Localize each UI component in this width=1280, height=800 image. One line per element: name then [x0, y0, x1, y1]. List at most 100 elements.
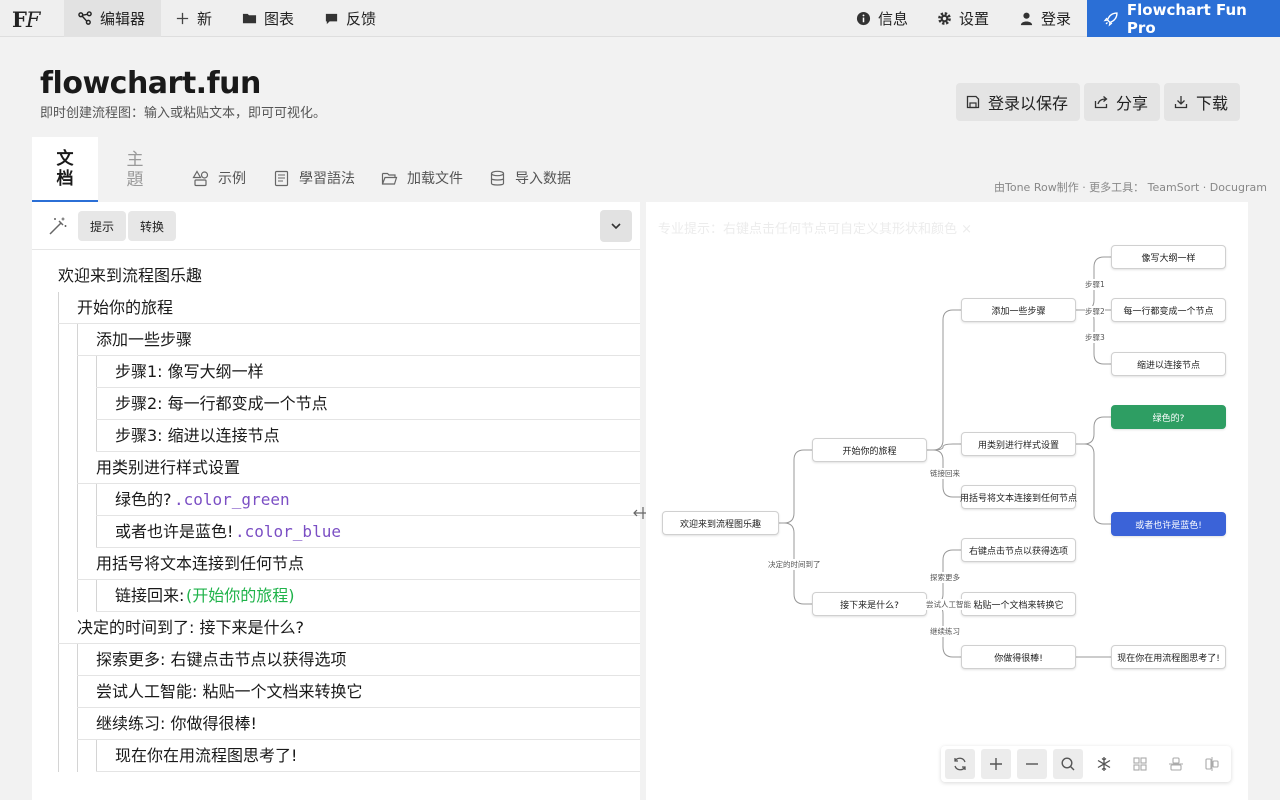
download-button[interactable]: 下载	[1164, 83, 1241, 121]
collapse-button[interactable]	[600, 210, 632, 242]
indent-guide	[96, 740, 97, 772]
nav-info[interactable]: 信息	[856, 0, 908, 37]
tab-learn-syntax[interactable]: 學習語法	[273, 166, 355, 190]
node-blue[interactable]: 或者也许是蓝色!	[1111, 512, 1226, 536]
editor-line-text: 用类别进行样式设置	[96, 458, 241, 477]
magic-wand-icon[interactable]	[48, 216, 68, 236]
editor-line[interactable]: 添加一些步骤	[32, 324, 640, 356]
editor-line[interactable]: 继续练习: 你做得很棒!	[32, 708, 640, 740]
nav-settings[interactable]: 设置	[937, 0, 989, 37]
indent-guide	[58, 580, 59, 612]
edge-label-step3: 步骤3	[1085, 332, 1105, 343]
editor-line-text: 现在你在用流程图思考了!	[115, 746, 298, 765]
node-paste[interactable]: 粘贴一个文档来转换它	[961, 592, 1076, 616]
zoom-out-button[interactable]	[1017, 749, 1047, 779]
node-indent[interactable]: 缩进以连接节点	[1111, 352, 1226, 376]
editor-line[interactable]: 欢迎来到流程图乐趣	[32, 260, 640, 292]
editor-line[interactable]: 或者也许是蓝色! .color_blue	[32, 516, 640, 548]
text-editor[interactable]: 提示 转换 欢迎来到流程图乐趣 开始你的旅程 添加一些步骤 步骤1: 像写大纲一样 步骤…	[32, 202, 640, 800]
nav-new-label: 新	[197, 10, 213, 28]
editor-line[interactable]: 探索更多: 右键点击节点以获得选项	[32, 644, 640, 676]
nav-feedback[interactable]: 反馈	[324, 0, 376, 37]
edge-label-step2: 步骤2	[1085, 306, 1105, 317]
user-icon	[1020, 12, 1033, 26]
plus-icon	[176, 12, 189, 25]
freeze-button[interactable]	[1089, 749, 1119, 779]
tab-load-file[interactable]: 加载文件	[381, 166, 463, 190]
editor-line[interactable]: 尝试人工智能: 粘贴一个文档来转换它	[32, 676, 640, 708]
tab-document[interactable]: 文档	[32, 137, 98, 203]
editor-line-text: 步骤2: 每一行都变成一个节点	[115, 394, 328, 413]
node-link[interactable]: 用括号将文本连接到任何节点	[960, 485, 1077, 509]
editor-line[interactable]: 用类别进行样式设置	[32, 452, 640, 484]
indent-guide	[58, 612, 59, 644]
tab-theme[interactable]: 主題	[102, 137, 168, 203]
nav-editor[interactable]: 编辑器	[64, 0, 161, 37]
search-button[interactable]	[1053, 749, 1083, 779]
nav-charts[interactable]: 图表	[242, 0, 294, 37]
tab-examples[interactable]: 示例	[192, 166, 246, 190]
login-to-save-button[interactable]: 登录以保存	[956, 83, 1081, 121]
editor-line-text: 探索更多: 右键点击节点以获得选项	[96, 650, 347, 669]
flowchart-canvas[interactable]: 专业提示：右键点击任何节点可自定义其形状和颜色 × 欢迎来到流程图乐趣 开始你的…	[646, 202, 1248, 800]
node-start[interactable]: 开始你的旅程	[812, 438, 927, 462]
editor-line[interactable]: 链接回来: (开始你的旅程)	[32, 580, 640, 612]
login-to-save-label: 登录以保存	[988, 94, 1069, 113]
node-eachline[interactable]: 每一行都变成一个节点	[1111, 298, 1226, 322]
editor-line-text: 添加一些步骤	[96, 330, 193, 349]
tab-import-data-label: 导入数据	[515, 171, 571, 187]
indent-guide	[58, 420, 59, 452]
indent-guide	[77, 548, 78, 580]
hint-button[interactable]: 提示	[78, 211, 127, 241]
editor-line[interactable]: 用括号将文本连接到任何节点	[32, 548, 640, 580]
indent-guide	[77, 708, 78, 740]
node-style[interactable]: 用类别进行样式设置	[961, 432, 1076, 456]
editor-line[interactable]: 决定的时间到了: 接下来是什么?	[32, 612, 640, 644]
editor-line[interactable]: 步骤3: 缩进以连接节点	[32, 420, 640, 452]
edge-label-explore: 探索更多	[930, 572, 960, 583]
nav-login[interactable]: 登录	[1019, 0, 1071, 37]
indent-guide	[58, 644, 59, 676]
nav-settings-label: 设置	[959, 10, 990, 28]
indent-guide	[58, 548, 59, 580]
convert-button[interactable]: 转换	[128, 211, 177, 241]
indent-guide	[96, 580, 97, 612]
indent-guide	[96, 388, 97, 420]
share-label: 分享	[1116, 94, 1149, 113]
nav-charts-label: 图表	[264, 10, 295, 28]
app-subtitle: 即时创建流程图：输入或粘贴文本，即可可视化。	[40, 106, 327, 121]
logo[interactable]: FF	[12, 7, 40, 32]
indent-guide	[58, 516, 59, 548]
align-horizontal-button[interactable]	[1161, 749, 1191, 779]
editor-line[interactable]: 绿色的? .color_green	[32, 484, 640, 516]
node-great[interactable]: 你做得很棒!	[961, 645, 1076, 669]
credits[interactable]: 由Tone Row制作 · 更多工具： TeamSort · Docugram	[994, 179, 1267, 195]
align-vertical-button[interactable]	[1197, 749, 1227, 779]
tab-import-data[interactable]: 导入数据	[489, 166, 571, 190]
editor-line[interactable]: 步骤1: 像写大纲一样	[32, 356, 640, 388]
chat-icon	[325, 13, 338, 25]
refresh-icon	[954, 757, 966, 771]
node-outline[interactable]: 像写大纲一样	[1111, 245, 1226, 269]
editor-line[interactable]: 现在你在用流程图思考了!	[32, 740, 640, 772]
nav-login-label: 登录	[1041, 10, 1072, 28]
indent-guide	[58, 388, 59, 420]
share-icon	[1094, 96, 1108, 109]
editor-line[interactable]: 步骤2: 每一行都变成一个节点	[32, 388, 640, 420]
node-thinking[interactable]: 现在你在用流程图思考了!	[1111, 645, 1226, 669]
zoom-in-button[interactable]	[981, 749, 1011, 779]
grid-layout-button[interactable]	[1125, 749, 1155, 779]
nav-info-label: 信息	[878, 10, 909, 28]
nav-new[interactable]: 新	[175, 0, 212, 37]
node-green[interactable]: 绿色的?	[1111, 405, 1226, 429]
nav-editor-label: 编辑器	[100, 10, 146, 28]
pro-button[interactable]: Flowchart Fun Pro	[1087, 0, 1280, 37]
indent-guide	[96, 484, 97, 516]
node-rightclick[interactable]: 右键点击节点以获得选项	[961, 538, 1076, 562]
share-button[interactable]: 分享	[1084, 83, 1161, 121]
refresh-layout-button[interactable]	[945, 749, 975, 779]
editor-line[interactable]: 开始你的旅程	[32, 292, 640, 324]
node-next[interactable]: 接下来是什么?	[812, 592, 927, 616]
node-steps[interactable]: 添加一些步骤	[961, 298, 1076, 322]
node-root[interactable]: 欢迎来到流程图乐趣	[662, 511, 779, 535]
